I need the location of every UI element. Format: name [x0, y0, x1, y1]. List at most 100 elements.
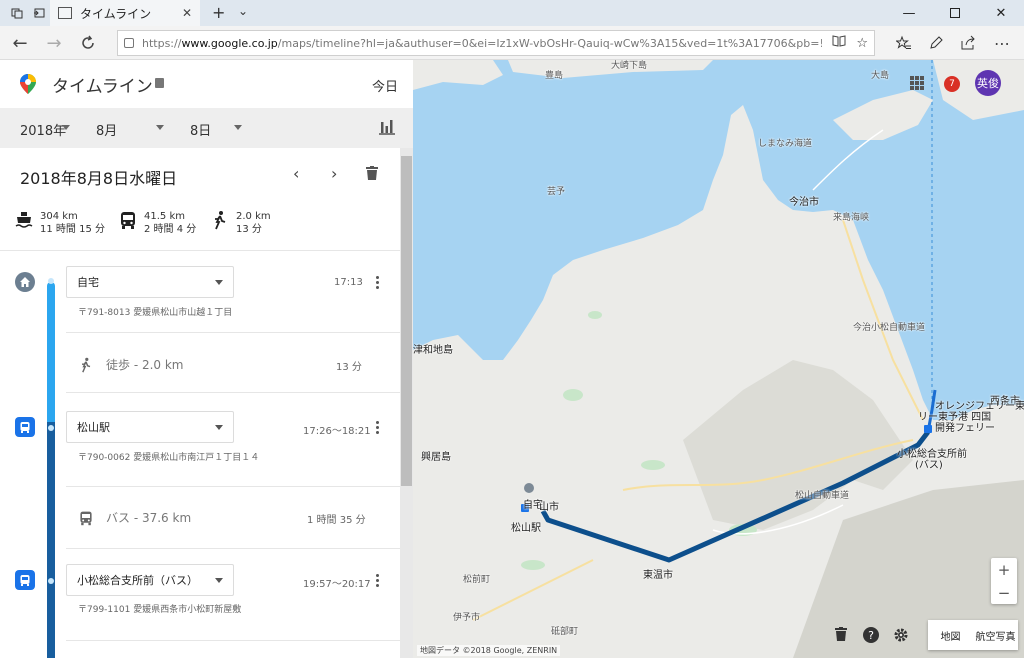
place-address: 〒791-8013 愛媛県松山市山越１丁目 — [78, 308, 233, 318]
place-time: 19:57〜20:17 — [303, 579, 371, 590]
bus-icon — [121, 212, 135, 229]
move-label: 徒歩 - 2.0 km — [106, 358, 184, 372]
divider — [0, 250, 400, 251]
tab-list-chevron-icon[interactable]: ⌄ — [238, 4, 248, 18]
walk-icon — [215, 211, 226, 230]
page-icon — [58, 7, 72, 19]
new-tab-button[interactable]: + — [212, 3, 225, 22]
map-label: 開発フェリー — [935, 423, 995, 434]
ferry-duration: 11 時間 15 分 — [40, 224, 105, 235]
zoom-in-button[interactable]: + — [991, 558, 1017, 581]
place-more-icon[interactable] — [376, 276, 380, 291]
google-maps-logo-icon[interactable] — [20, 74, 36, 94]
page-title: タイムライン — [52, 77, 153, 97]
reading-view-icon[interactable] — [832, 35, 846, 51]
place-address: 〒799-1101 愛媛県西条市小松町新屋敷 — [78, 605, 242, 615]
place-select-matsuyama-station[interactable]: 松山駅 — [66, 411, 234, 443]
map-label: しまなみ海道 — [758, 139, 813, 149]
walk-distance: 2.0 km — [236, 211, 271, 222]
month-select[interactable]: 8月 — [96, 120, 117, 139]
map-canvas[interactable] — [413, 60, 1024, 658]
address-bar[interactable]: https://www.google.co.jp/maps/timeline?h… — [117, 30, 875, 56]
bus-icon — [15, 570, 35, 590]
place-more-icon[interactable] — [376, 574, 380, 589]
next-day-chevron-icon[interactable]: › — [331, 164, 337, 183]
url-text: https://www.google.co.jp/maps/timeline?h… — [142, 36, 823, 50]
move-bus[interactable]: バス - 37.6 km — [78, 509, 191, 526]
place-select-home[interactable]: 自宅 — [66, 266, 234, 298]
divider — [66, 486, 400, 487]
lock-icon — [124, 38, 134, 48]
browser-nav-bar: ← → https://www.google.co.jp/maps/timeli… — [0, 26, 1024, 60]
map-label: 今治小松自動車道 — [853, 323, 926, 333]
summary-ferry: 304 km 11 時間 15 分 — [14, 210, 105, 236]
divider — [66, 332, 400, 333]
delete-day-trash-icon[interactable] — [366, 166, 378, 180]
back-arrow-icon[interactable]: ← — [8, 31, 32, 55]
browser-tab-bar: タイムライン ✕ + ⌄ — ✕ — [0, 0, 1024, 26]
private-lock-icon — [155, 78, 164, 88]
notifications-badge[interactable]: 7 — [944, 76, 960, 92]
map-label: 大崎下島 — [611, 61, 648, 71]
settings-gear-icon[interactable] — [893, 627, 911, 645]
timeline-dot — [48, 578, 54, 584]
bus-icon — [15, 417, 35, 437]
dropdown-caret-icon — [215, 279, 223, 285]
date-selector-bar: 2018年 8月 8日 — [0, 108, 413, 148]
refresh-icon[interactable] — [76, 31, 100, 55]
panel-scrollbar[interactable] — [400, 148, 413, 658]
year-select[interactable]: 2018年 — [20, 120, 66, 139]
svg-text:?: ? — [868, 629, 874, 642]
set-aside-tabs-icon[interactable] — [30, 4, 48, 22]
day-select[interactable]: 8日 — [190, 120, 211, 139]
google-apps-grid-icon[interactable] — [910, 76, 924, 90]
timeline-walk-segment — [47, 282, 55, 432]
pen-notes-icon[interactable] — [924, 31, 948, 55]
zoom-out-button[interactable]: − — [991, 581, 1017, 604]
tab-title: タイムライン — [80, 6, 152, 21]
previous-day-chevron-icon[interactable]: ‹ — [293, 164, 299, 183]
map-label: 砥部町 — [551, 627, 579, 637]
bar-chart-icon[interactable] — [378, 118, 396, 136]
place-address: 〒790-0062 愛媛県松山市南江戸１丁目１４ — [78, 453, 260, 463]
place-time: 17:13 — [334, 277, 363, 288]
map-attribution[interactable]: 地図データ ©2018 Google, ZENRIN — [417, 645, 561, 656]
favorites-hub-icon[interactable] — [892, 31, 916, 55]
zoom-control: + − — [991, 558, 1017, 604]
avatar[interactable]: 英俊 — [975, 70, 1001, 96]
move-walk[interactable]: 徒歩 - 2.0 km — [78, 356, 184, 373]
help-icon[interactable]: ? — [863, 627, 881, 645]
favorite-star-icon[interactable]: ☆ — [856, 36, 868, 51]
day-caret-icon[interactable] — [234, 125, 242, 130]
timeline-bus-segment — [47, 422, 55, 658]
place-select-komatsu[interactable]: 小松総合支所前（バス） — [66, 564, 234, 596]
place-more-icon[interactable] — [376, 421, 380, 436]
map-label: 来島海峡 — [833, 213, 870, 223]
move-duration: 1 時間 35 分 — [307, 515, 366, 526]
month-caret-icon[interactable] — [156, 125, 164, 130]
walk-duration: 13 分 — [236, 224, 262, 235]
maximize-button[interactable] — [932, 0, 978, 26]
map-label: 津和地島 — [413, 345, 453, 356]
minimize-button[interactable]: — — [886, 0, 932, 26]
map-type-map[interactable]: 地図 — [928, 620, 973, 650]
bus-distance: 41.5 km — [144, 211, 185, 222]
share-icon[interactable] — [956, 31, 980, 55]
close-tab-icon[interactable]: ✕ — [182, 6, 192, 20]
scrollbar-thumb[interactable] — [401, 156, 412, 486]
map-type-satellite[interactable]: 航空写真 — [973, 620, 1018, 650]
map-label: 大島 — [871, 71, 890, 81]
map-view[interactable]: 豊島 大崎下島 大島 今治市 しまなみ海道 来島海峡 芸予 津和地島 興居島 自… — [413, 60, 1024, 658]
summary-bus: 41.5 km 2 時間 4 分 — [118, 210, 196, 236]
home-icon — [15, 272, 35, 292]
map-trash-icon[interactable] — [835, 627, 853, 645]
map-label: 東温市 — [643, 570, 673, 581]
more-menu-icon[interactable]: ⋯ — [990, 31, 1014, 55]
today-button[interactable]: 今日 — [372, 76, 398, 95]
tab-preview-icon[interactable] — [8, 4, 26, 22]
forward-arrow-icon[interactable]: → — [42, 31, 66, 55]
tab-timeline[interactable]: タイムライン ✕ — [50, 0, 200, 26]
walk-icon — [82, 357, 91, 372]
close-window-button[interactable]: ✕ — [978, 0, 1024, 26]
year-caret-icon[interactable] — [62, 125, 70, 130]
